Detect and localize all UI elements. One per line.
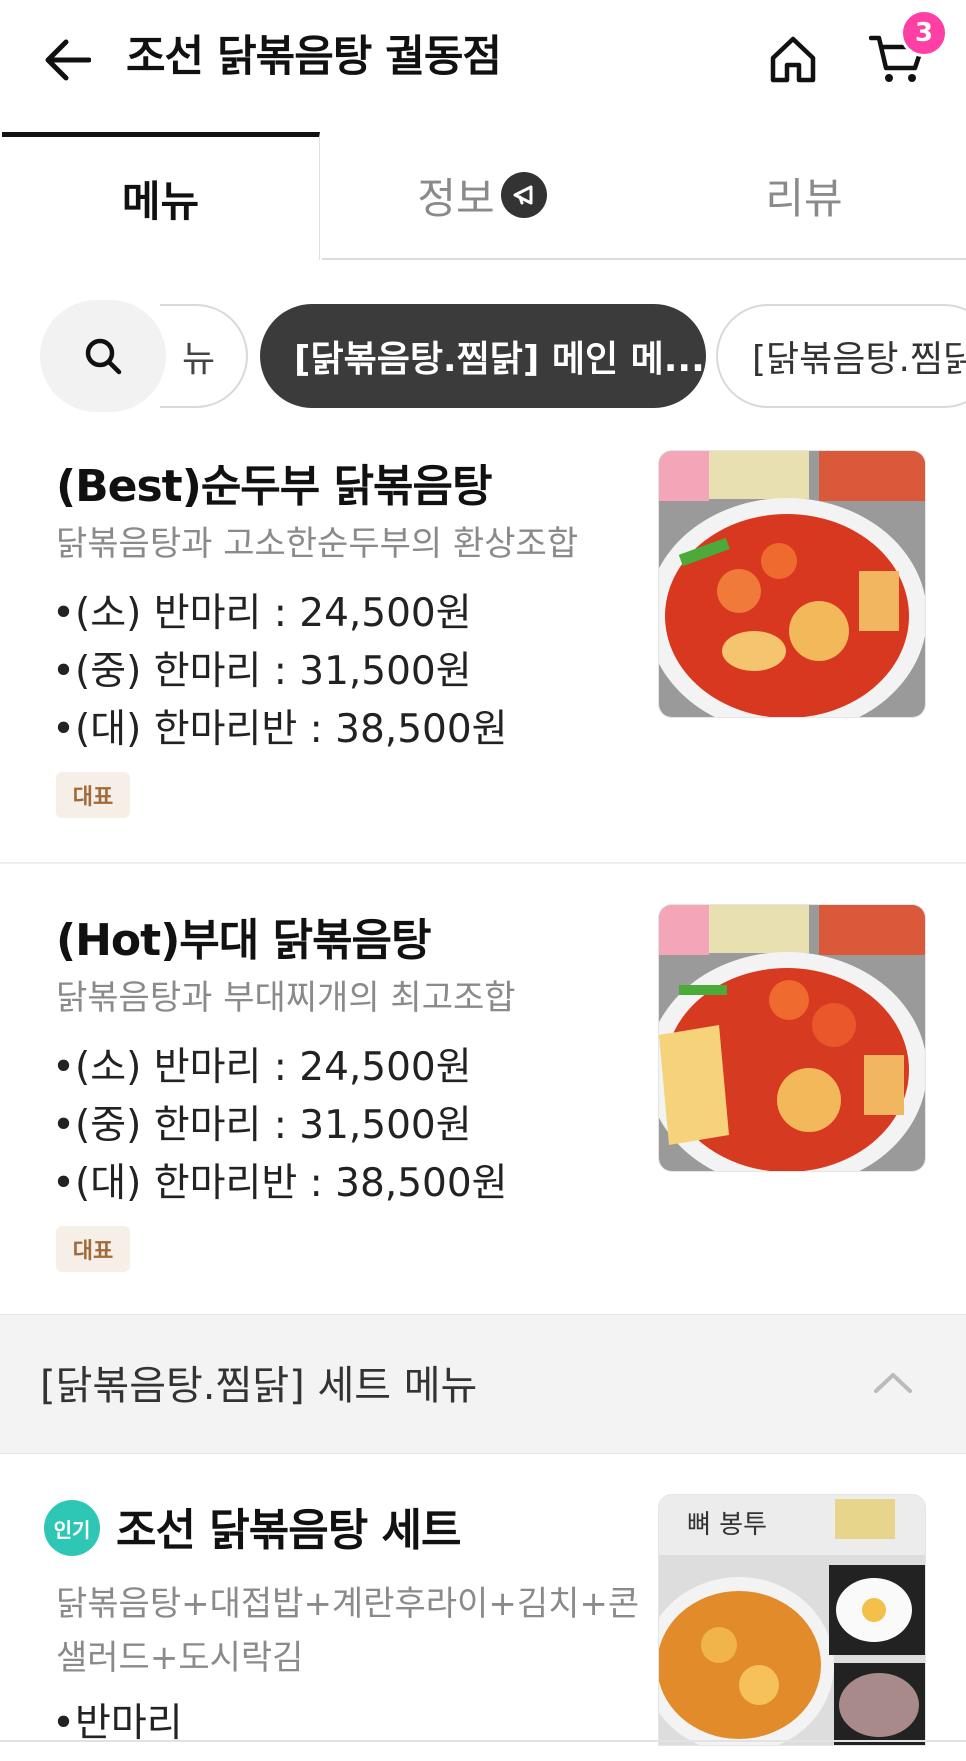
tab-bar: 메뉴 정보 리뷰 [0, 132, 966, 260]
tab-menu[interactable]: 메뉴 [2, 132, 320, 260]
menu-item-name: 조선 닭볶음탕 세트 [116, 1505, 461, 1556]
category-chip-row: 뉴 [닭볶음탕.찜닭] 메인 메... [닭볶음탕.찜닭 [0, 296, 966, 416]
popular-badge: 인기 [44, 1500, 100, 1556]
menu-item-name: (Hot)부대 닭볶음탕 [56, 915, 432, 966]
chevron-up-icon [874, 1373, 912, 1393]
menu-item-description: 닭볶음탕과 부대찌개의 최고조합 [56, 978, 516, 1018]
tab-info[interactable]: 정보 [322, 132, 642, 260]
chip-prev-label: 뉴 [182, 339, 216, 380]
menu-item[interactable]: 조선 닭볶음탕 세트 닭볶음탕+대접밥+계란후라이+김치+콘 샐러드+도시락김 … [0, 1454, 966, 1746]
chip-next-category[interactable]: [닭볶음탕.찜닭 [716, 304, 966, 408]
menu-item-description: 닭볶음탕과 고소한순두부의 환상조합 [56, 524, 579, 564]
megaphone-icon [500, 172, 547, 218]
set-name-wrap: 조선 닭볶음탕 세트 [116, 1494, 461, 1558]
menu-item-name: (Best)순두부 닭볶음탕 [56, 461, 492, 512]
chip-active-label: [닭볶음탕.찜닭] 메인 메... [294, 339, 705, 380]
bottom-divider [0, 1740, 966, 1742]
chip-main-menu[interactable]: [닭볶음탕.찜닭] 메인 메... [260, 304, 706, 408]
search-icon [85, 338, 122, 375]
chip-next-label: [닭볶음탕.찜닭 [752, 339, 966, 380]
back-button[interactable] [38, 30, 98, 90]
thumb-caption: 뼈 봉투 [687, 1510, 767, 1540]
menu-search-button[interactable] [40, 300, 166, 412]
price-option: •(중) 한마리 : 31,500원 [52, 649, 472, 694]
item-divider [0, 862, 966, 864]
arrow-left-icon [45, 39, 91, 81]
price-option: •(소) 반마리 : 24,500원 [52, 591, 472, 636]
tab-menu-label: 메뉴 [121, 177, 200, 226]
signature-badge: 대표 [56, 772, 130, 818]
menu-item-description-cont: 샐러드+도시락김 [56, 1638, 304, 1678]
menu-item[interactable]: (Best)순두부 닭볶음탕 닭볶음탕과 고소한순두부의 환상조합 •(소) 반… [0, 430, 966, 862]
home-button[interactable] [760, 26, 826, 92]
menu-item-photo [658, 450, 926, 718]
cart-count-badge: 3 [900, 9, 948, 57]
price-option: •(중) 한마리 : 31,500원 [52, 1103, 472, 1148]
top-app-bar: 조선 닭볶음탕 궐동점 3 [0, 0, 966, 120]
home-icon [770, 36, 816, 83]
menu-item-photo: 뼈 봉투 [658, 1494, 926, 1746]
store-title: 조선 닭볶음탕 궐동점 [126, 32, 502, 82]
tab-info-label: 정보 [417, 173, 495, 223]
signature-badge: 대표 [56, 1226, 130, 1272]
price-option: •(대) 한마리반 : 38,500원 [52, 1161, 508, 1206]
menu-item-photo [658, 904, 926, 1172]
tab-review-label: 리뷰 [765, 173, 843, 223]
price-option: •(소) 반마리 : 24,500원 [52, 1045, 472, 1090]
tab-review[interactable]: 리뷰 [642, 132, 966, 260]
menu-item-description: 닭볶음탕+대접밥+계란후라이+김치+콘 [56, 1584, 640, 1624]
chip-previous-category[interactable]: 뉴 [160, 304, 248, 408]
section-title: [닭볶음탕.찜닭] 세트 메뉴 [40, 1363, 478, 1409]
section-header-set-menu[interactable]: [닭볶음탕.찜닭] 세트 메뉴 [0, 1314, 966, 1454]
price-option: •(대) 한마리반 : 38,500원 [52, 707, 508, 752]
menu-item[interactable]: (Hot)부대 닭볶음탕 닭볶음탕과 부대찌개의 최고조합 •(소) 반마리 :… [0, 884, 966, 1314]
